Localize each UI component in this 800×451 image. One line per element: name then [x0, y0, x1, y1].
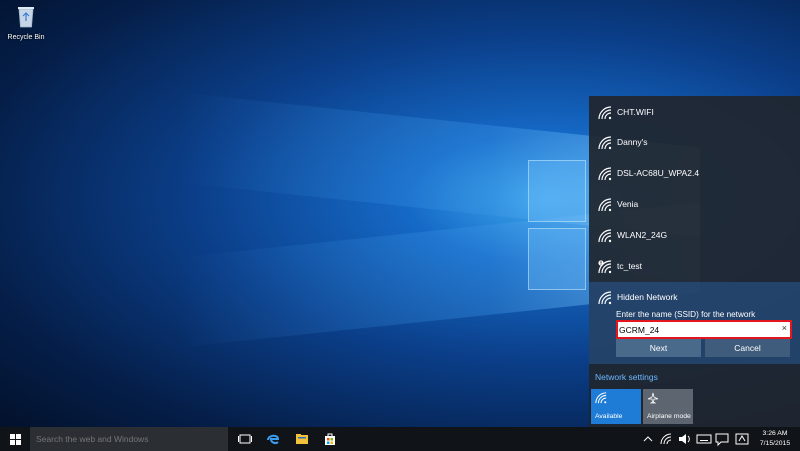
tile-label: Available: [595, 413, 623, 420]
network-item-dsl-ac68u[interactable]: DSL-AC68U_WPA2.4: [589, 158, 800, 188]
network-name: CHT.WIFI: [617, 107, 654, 117]
network-name: Venia: [617, 199, 639, 209]
wifi-icon: [598, 229, 612, 243]
edge-icon[interactable]: [265, 431, 281, 447]
recycle-bin[interactable]: Recycle Bin: [4, 4, 48, 41]
network-name: WLAN2_24G: [617, 230, 668, 240]
clock[interactable]: 3:26 AM 7/15/2015: [754, 429, 796, 448]
network-flyout: CHT.WIFI Danny's DSL-AC68U_WPA2.4 Venia …: [589, 96, 800, 427]
network-item-wlan2-24g[interactable]: WLAN2_24G: [589, 220, 800, 250]
keyboard-icon[interactable]: [696, 431, 712, 447]
ssid-input[interactable]: [619, 322, 769, 337]
network-item-dannys[interactable]: Danny's: [589, 127, 800, 157]
clear-icon[interactable]: ×: [782, 323, 787, 333]
taskbar-search[interactable]: [30, 427, 228, 451]
tile-label: Airplane mode: [647, 413, 691, 420]
wifi-icon: [598, 136, 612, 150]
wifi-icon: [598, 106, 612, 120]
clock-time: 3:26 AM: [762, 430, 788, 437]
taskbar: 3:26 AM 7/15/2015: [0, 427, 800, 451]
action-center-icon[interactable]: [714, 431, 730, 447]
network-icon[interactable]: [658, 431, 674, 447]
start-button[interactable]: [0, 427, 30, 451]
wifi-icon: [598, 291, 612, 305]
network-name: tc_test: [617, 261, 643, 271]
network-item-tc-test[interactable]: tc_test: [589, 251, 800, 281]
search-input[interactable]: [36, 427, 222, 451]
wallpaper-window-pane: [528, 160, 586, 222]
airplane-mode-tile[interactable]: Airplane mode: [643, 389, 693, 424]
desktop: Recycle Bin CHT.WIFI Danny's DSL-AC68U_W…: [0, 0, 800, 451]
clock-date: 7/15/2015: [759, 439, 791, 447]
network-settings-link[interactable]: Network settings: [595, 372, 658, 382]
next-button[interactable]: Next: [616, 339, 701, 357]
wifi-icon: [598, 198, 612, 212]
network-item-venia[interactable]: Venia: [589, 189, 800, 219]
task-view-icon[interactable]: [237, 431, 253, 447]
ssid-field[interactable]: ×: [616, 320, 792, 339]
windows-logo-icon: [10, 434, 21, 445]
airplane-icon: [647, 392, 659, 404]
wifi-unsecured-icon: [598, 260, 612, 274]
file-explorer-icon[interactable]: [294, 431, 310, 447]
network-name: Danny's: [617, 137, 648, 147]
wallpaper-window-pane: [528, 228, 586, 290]
hidden-network-name: Hidden Network: [617, 292, 678, 302]
wifi-icon: [598, 167, 612, 181]
ssid-prompt: Enter the name (SSID) for the network: [616, 310, 756, 319]
recycle-bin-icon: [18, 7, 34, 28]
chevron-up-icon[interactable]: [640, 431, 656, 447]
store-icon[interactable]: [322, 431, 338, 447]
recycle-bin-label: Recycle Bin: [7, 34, 45, 41]
ime-icon[interactable]: [734, 431, 750, 447]
network-item-cht-wifi[interactable]: CHT.WIFI: [589, 97, 800, 127]
volume-icon[interactable]: [677, 431, 693, 447]
network-name: DSL-AC68U_WPA2.4: [617, 168, 700, 178]
wifi-icon: [595, 392, 607, 404]
wifi-toggle-tile[interactable]: Available: [591, 389, 641, 424]
cancel-button[interactable]: Cancel: [705, 339, 790, 357]
hidden-network-item[interactable]: Hidden Network Enter the name (SSID) for…: [589, 282, 800, 364]
